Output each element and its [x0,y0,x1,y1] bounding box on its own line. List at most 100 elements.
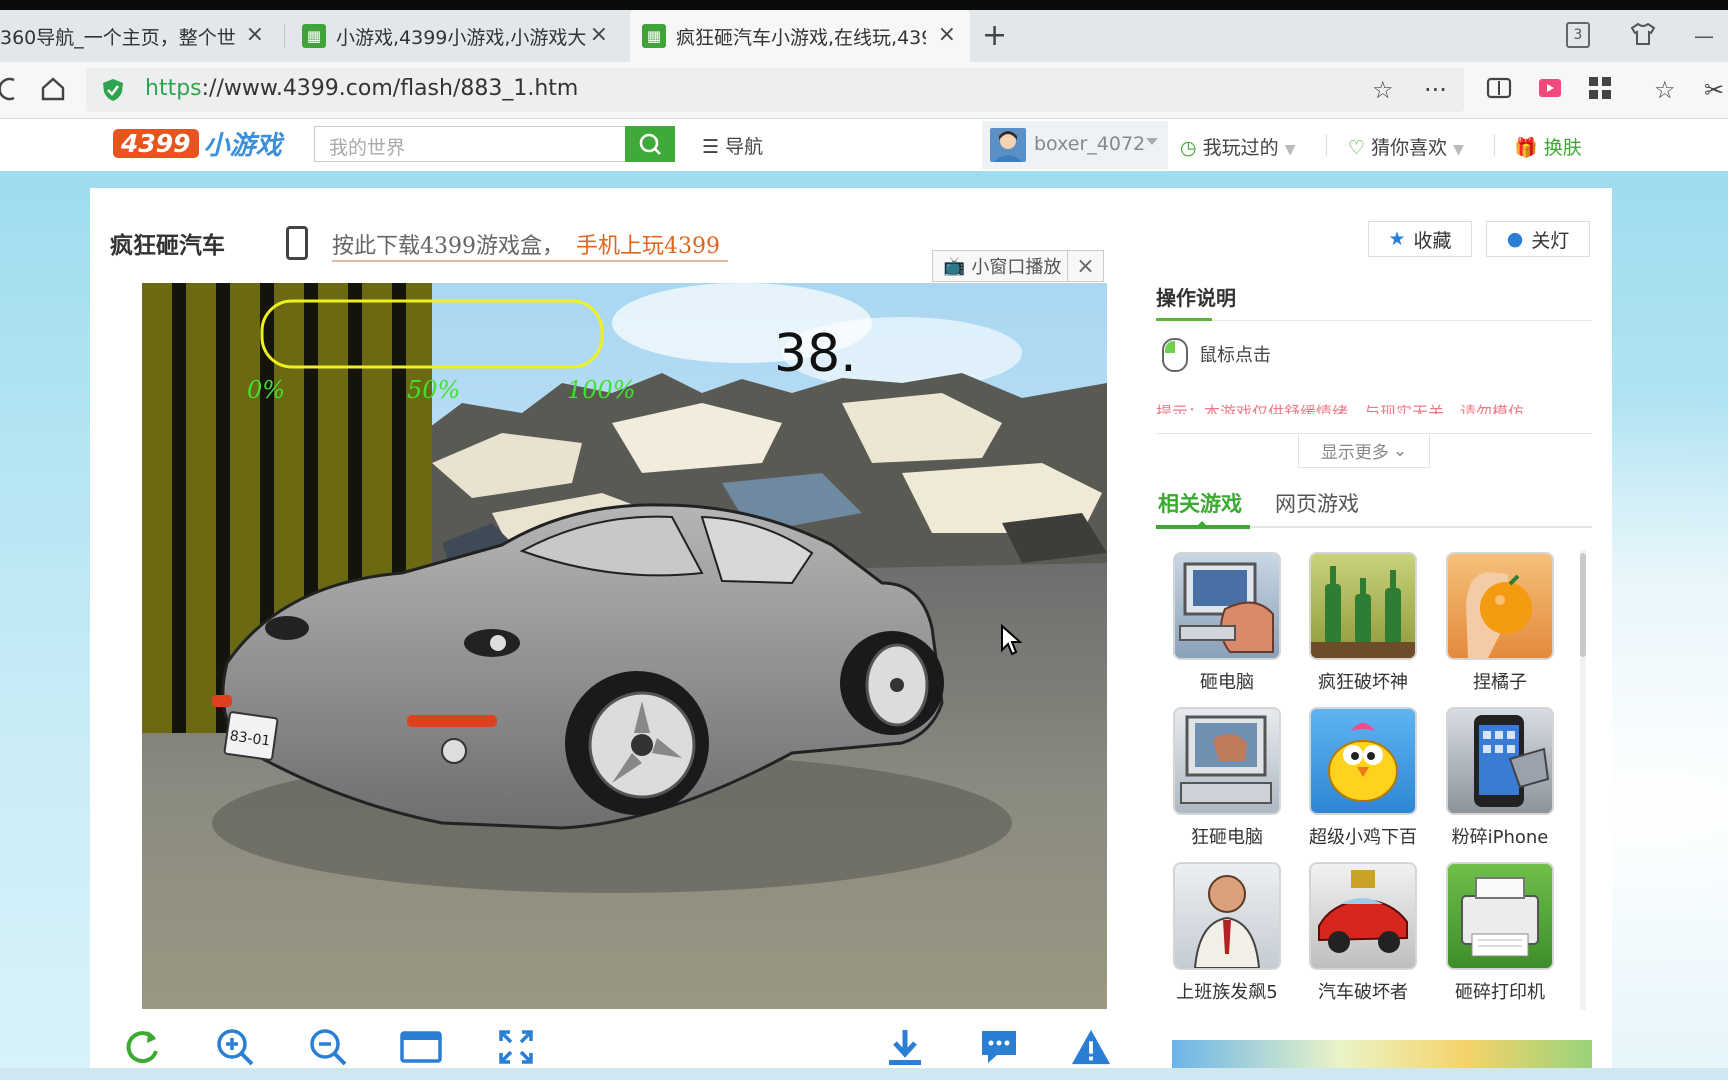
video-icon[interactable] [1537,76,1563,106]
search-input[interactable]: 我的世界 [314,126,626,162]
url-text[interactable]: https://www.4399.com/flash/883_1.htm [145,76,578,101]
close-tab-icon[interactable]: × [938,24,956,46]
progress-label: 50% [407,376,460,404]
printer-thumb[interactable] [1446,862,1554,970]
game-label[interactable]: 砸电脑 [1171,668,1283,694]
mouse-icon [1162,338,1188,372]
game-label[interactable]: 粉碎iPhone [1444,823,1556,849]
chevron-down-icon: ▼ [1284,142,1296,158]
url-protocol: https [145,76,202,101]
smash-computer2-thumb[interactable] [1173,707,1281,815]
mouse-cursor-icon [1000,623,1023,660]
logo-text: 小游戏 [203,130,282,161]
scrollbar-thumb[interactable] [1580,553,1586,657]
avatar[interactable] [990,128,1026,162]
4399-logo[interactable]: 4399 小游戏 [113,126,282,161]
orange-thumb[interactable] [1446,552,1554,660]
game-tile[interactable]: 汽车破坏者 [1307,862,1419,1004]
played-label: 我玩过的 [1202,137,1279,159]
promo-download[interactable]: 按此下载4399游戏盒， [332,228,564,260]
game-label[interactable]: 狂砸电脑 [1171,823,1283,849]
divider [1156,320,1592,321]
username[interactable]: boxer_4072 [1034,133,1145,155]
heart-icon: ♡ [1348,137,1366,159]
tab-count-badge[interactable]: 3 [1566,22,1590,48]
close-tab-icon[interactable]: × [246,24,264,46]
url-rest: ://www.4399.com/flash/883_1.htm [201,76,579,101]
skin-shirt-icon[interactable] [1630,22,1656,51]
zoom-in-icon[interactable] [214,1026,256,1068]
phone-icon[interactable] [286,226,308,260]
close-icon[interactable]: × [1068,250,1104,282]
office-man-thumb[interactable] [1173,862,1281,970]
game-tile[interactable]: 砸碎打印机 [1444,862,1556,1004]
instruction-text: 鼠标点击 [1199,345,1271,366]
comment-icon[interactable] [978,1026,1020,1068]
favorites-icon[interactable]: ☆ [1654,76,1676,104]
report-warning-icon[interactable] [1070,1026,1112,1068]
game-tile[interactable]: 狂砸电脑 [1171,707,1283,849]
chick-thumb[interactable] [1309,707,1417,815]
tab-web-games[interactable]: 网页游戏 [1275,488,1359,518]
taskbar-edge [0,1068,1728,1080]
nav-menu[interactable]: ☰ 导航 [702,132,763,159]
promo-mobile[interactable]: 手机上玩4399 [576,228,720,260]
search-button[interactable] [625,126,675,162]
mini-window-play-button[interactable]: 📺 小窗口播放 [932,250,1068,282]
game-scene[interactable]: 0% 50% 100% 38. 83-01 [142,283,1107,1009]
iphone-thumb[interactable] [1446,707,1554,815]
game-tile[interactable]: 超级小鸡下百 [1307,707,1419,849]
minimize-icon[interactable]: — [1694,24,1714,48]
tip-text: 提示：本游戏仅供舒缓情绪，与现实无关，请勿模仿 [1156,403,1525,414]
show-more-button[interactable]: 显示更多 ⌄ [1298,434,1430,468]
new-tab-icon[interactable]: + [982,18,1007,53]
game-tile[interactable]: 疯狂破坏神 [1307,552,1419,694]
tab-crazy-car[interactable]: ▦ 疯狂砸汽车小游戏,在线玩,4399小游戏 × [630,10,970,62]
favorite-label: 收藏 [1413,229,1452,252]
tab-related-games[interactable]: 相关游戏 [1158,488,1242,518]
red-car-thumb[interactable] [1309,862,1417,970]
game-tile[interactable]: 砸电脑 [1171,552,1283,694]
secure-shield-icon [102,78,124,102]
bottles-thumb[interactable] [1309,552,1417,660]
close-tab-icon[interactable]: × [590,24,608,46]
game-tile[interactable]: 捏橘子 [1444,552,1556,694]
reload-icon[interactable] [0,76,16,108]
smash-computer-thumb[interactable] [1173,552,1281,660]
apps-grid-icon[interactable] [1588,76,1612,106]
game-tile[interactable]: 上班族发飙5 [1171,862,1283,1004]
zoom-out-icon[interactable] [307,1026,349,1068]
reader-icon[interactable] [1486,76,1512,106]
download-icon[interactable] [884,1026,926,1068]
window-top-border [0,0,1728,10]
chevron-down-icon[interactable] [1146,138,1158,145]
4399-favicon-icon: ▦ [302,24,326,48]
guess-you-like-link[interactable]: ♡ 猜你喜欢 ▼ [1348,133,1464,160]
game-label[interactable]: 砸碎打印机 [1444,978,1556,1004]
lights-label: 关灯 [1531,229,1570,252]
home-icon[interactable] [40,76,66,108]
skin-label: 换肤 [1543,137,1582,159]
game-label[interactable]: 超级小鸡下百 [1307,823,1419,849]
scissors-icon[interactable]: ✂ [1704,76,1724,104]
window-icon[interactable] [400,1026,442,1068]
guess-label: 猜你喜欢 [1371,137,1448,159]
4399-favicon-icon: ▦ [642,24,666,48]
game-label[interactable]: 上班族发飙5 [1171,978,1283,1004]
lights-off-button[interactable]: ● 关灯 [1486,221,1590,257]
game-label[interactable]: 捏橘子 [1444,668,1556,694]
favorite-button[interactable]: ★ 收藏 [1368,221,1472,257]
fullscreen-icon[interactable] [495,1026,537,1068]
game-label[interactable]: 疯狂破坏神 [1307,668,1419,694]
more-options-icon[interactable]: ··· [1424,76,1447,104]
tab-360-nav[interactable]: 360导航_一个主页，整个世界 × [0,10,278,62]
change-skin-link[interactable]: 🎁 换肤 [1514,133,1582,160]
mini-play-label: 小窗口播放 [971,257,1062,278]
restart-icon[interactable] [121,1026,163,1068]
game-canvas[interactable]: 0% 50% 100% 38. 83-01 [142,283,1107,1009]
game-label[interactable]: 汽车破坏者 [1307,978,1419,1004]
played-games-link[interactable]: ◷ 我玩过的 ▼ [1180,133,1295,160]
tab-4399-home[interactable]: ▦ 小游戏,4399小游戏,小游戏大全 × [290,10,622,62]
game-tile[interactable]: 粉碎iPhone [1444,707,1556,849]
bookmark-star-icon[interactable]: ☆ [1372,76,1394,104]
